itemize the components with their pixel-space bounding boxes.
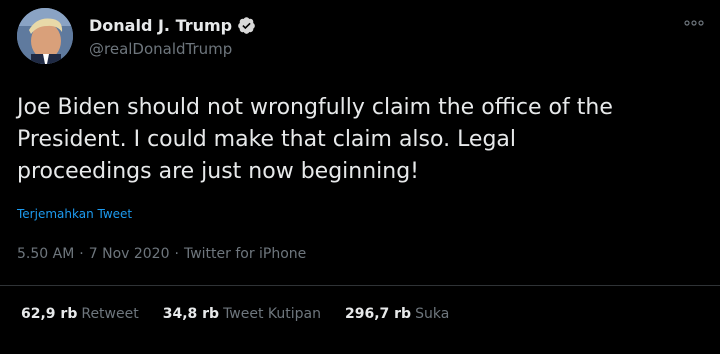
- likes-label: Suka: [415, 306, 450, 322]
- display-name[interactable]: Donald J. Trump: [89, 16, 232, 35]
- verified-badge-icon: [237, 16, 256, 35]
- quote-tweets-label: Tweet Kutipan: [223, 306, 321, 322]
- likes-stat[interactable]: 296,7 rb Suka: [345, 306, 449, 322]
- author-name-row: Donald J. Trump: [89, 14, 256, 36]
- more-options-button[interactable]: [682, 14, 706, 32]
- retweets-label: Retweet: [81, 306, 139, 322]
- likes-count: 296,7 rb: [345, 306, 412, 322]
- tweet-text: Joe Biden should not wrongfully claim th…: [17, 95, 613, 184]
- quote-tweets-stat[interactable]: 34,8 rb Tweet Kutipan: [163, 306, 321, 322]
- meta-separator: ·: [174, 246, 179, 262]
- engagement-stats: 62,9 rb Retweet 34,8 rb Tweet Kutipan 296,…: [21, 306, 473, 322]
- tweet-meta: 5.50 AM · 7 Nov 2020 · Twitter for iPhone: [17, 246, 306, 262]
- more-options-icon: [684, 20, 704, 26]
- tweet-source[interactable]: Twitter for iPhone: [184, 246, 306, 262]
- divider: [0, 285, 720, 286]
- tweet-date[interactable]: 7 Nov 2020: [89, 246, 170, 262]
- tweet-time[interactable]: 5.50 AM: [17, 246, 74, 262]
- quote-tweets-count: 34,8 rb: [162, 306, 220, 322]
- tweet-card: Donald J. Trump @realDonaldTrump Joe Bid…: [0, 0, 720, 354]
- meta-separator: ·: [79, 246, 84, 262]
- translate-tweet-link[interactable]: Terjemahkan Tweet: [17, 207, 132, 221]
- retweets-count: 62,9 rb: [21, 306, 78, 322]
- handle[interactable]: @realDonaldTrump: [89, 40, 232, 58]
- retweets-stat[interactable]: 62,9 rb Retweet: [21, 306, 139, 322]
- avatar[interactable]: [17, 8, 73, 64]
